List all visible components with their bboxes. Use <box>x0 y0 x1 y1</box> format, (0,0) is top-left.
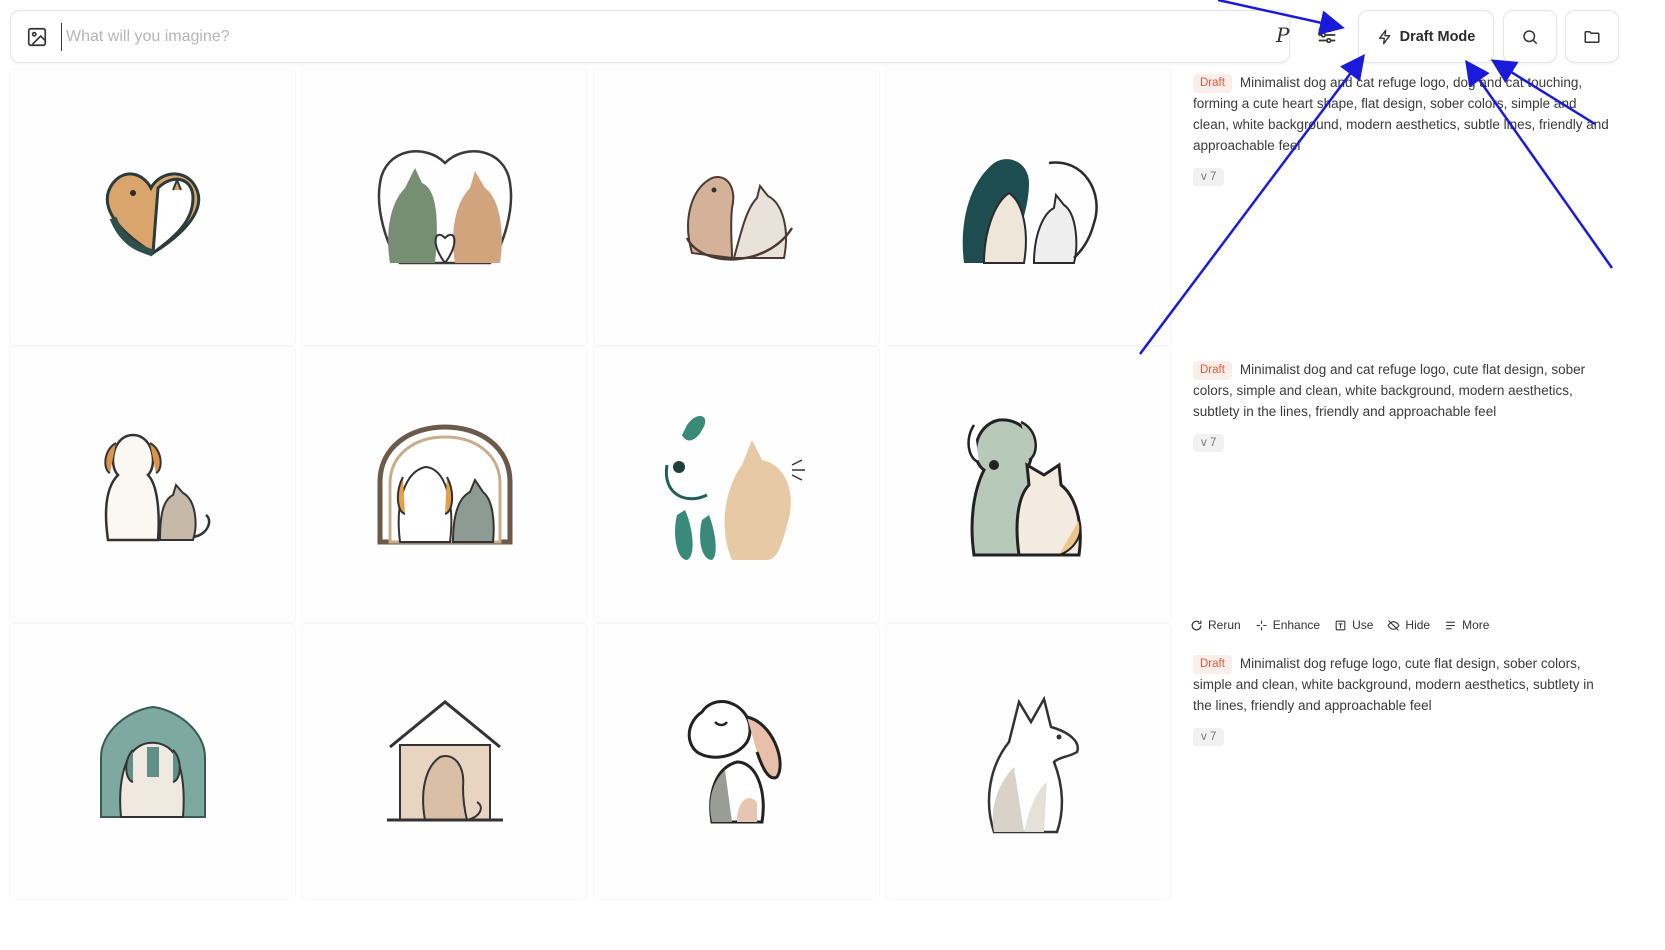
image-tile[interactable] <box>886 347 1171 622</box>
job-prompt[interactable]: Draft Minimalist dog refuge logo, cute fl… <box>1193 653 1613 716</box>
draft-mode-label: Draft Mode <box>1399 28 1476 45</box>
green-dog-cat-illustration <box>966 417 1082 556</box>
personalize-icon[interactable]: P <box>1276 23 1298 47</box>
image-tile[interactable] <box>302 624 587 899</box>
image-tile[interactable] <box>302 70 587 345</box>
image-tile[interactable] <box>886 70 1171 345</box>
job-prompt[interactable]: Draft Minimalist dog and cat refuge logo,… <box>1193 359 1613 422</box>
sliders-icon[interactable] <box>1316 24 1338 46</box>
prompt-text: Minimalist dog and cat refuge logo, dog … <box>1193 75 1609 153</box>
more-button[interactable]: More <box>1444 618 1489 632</box>
use-button[interactable]: Use <box>1334 618 1373 632</box>
prompt-input[interactable] <box>61 23 1151 51</box>
use-icon <box>1335 620 1346 630</box>
rerun-icon <box>1191 620 1202 630</box>
rerun-button[interactable]: Rerun <box>1190 618 1241 632</box>
draft-badge: Draft <box>1193 361 1232 380</box>
dog-in-wooden-house-illustration <box>386 699 503 821</box>
image-tile[interactable] <box>10 70 295 345</box>
dog-cat-heart-illustration <box>105 172 200 256</box>
image-tile[interactable] <box>594 624 879 899</box>
draft-badge: Draft <box>1193 655 1232 674</box>
dog-cat-in-arch-illustration <box>377 424 512 545</box>
image-tile[interactable] <box>10 624 295 899</box>
draft-badge: Draft <box>1193 74 1232 93</box>
teal-dog-cat-illustration <box>962 158 1098 264</box>
version-badge: v 7 <box>1193 434 1225 452</box>
menu-icon <box>1446 621 1455 629</box>
abstract-teal-dog-cat-illustration <box>664 415 805 560</box>
prompt-bar <box>10 10 1290 63</box>
bolt-icon <box>1378 29 1390 44</box>
enhance-button[interactable]: Enhance <box>1255 618 1320 632</box>
image-tile[interactable] <box>10 347 295 622</box>
search-icon <box>1523 29 1538 44</box>
draft-mode-button[interactable]: Draft Mode <box>1358 10 1494 63</box>
sparkle-icon <box>1256 620 1267 630</box>
job-entry: Draft Minimalist dog refuge logo, cute fl… <box>1193 653 1613 746</box>
prompt-text: Minimalist dog and cat refuge logo, cute… <box>1193 362 1586 419</box>
prompt-text: Minimalist dog refuge logo, cute flat de… <box>1193 656 1594 713</box>
image-icon[interactable] <box>26 26 48 48</box>
sitting-dog-cat-illustration <box>685 175 793 261</box>
job-entry: Draft Minimalist dog and cat refuge logo,… <box>1193 359 1613 452</box>
image-tile[interactable] <box>302 347 587 622</box>
job-entry: Draft Minimalist dog and cat refuge logo,… <box>1193 72 1613 186</box>
dog-eyes-closed-illustration <box>687 699 782 823</box>
eye-off-icon <box>1387 619 1400 631</box>
hide-button[interactable]: Hide <box>1387 618 1430 632</box>
dog-cat-sitting-illustration <box>103 433 210 541</box>
image-tile[interactable] <box>886 624 1171 899</box>
image-tile[interactable] <box>594 70 879 345</box>
version-badge: v 7 <box>1193 728 1225 746</box>
version-badge: v 7 <box>1193 168 1225 186</box>
dog-in-teal-house-illustration <box>99 705 206 818</box>
folder-icon <box>1584 30 1600 43</box>
job-prompt[interactable]: Draft Minimalist dog and cat refuge logo,… <box>1193 72 1613 156</box>
dog-cat-in-heart-illustration <box>377 149 512 264</box>
white-sitting-dog-illustration <box>987 695 1079 833</box>
job-actions: Rerun Enhance Use Hide More <box>1190 618 1489 632</box>
search-button[interactable] <box>1503 10 1557 63</box>
image-grid <box>10 70 1180 950</box>
folder-button[interactable] <box>1565 10 1619 63</box>
image-tile[interactable] <box>594 347 879 622</box>
